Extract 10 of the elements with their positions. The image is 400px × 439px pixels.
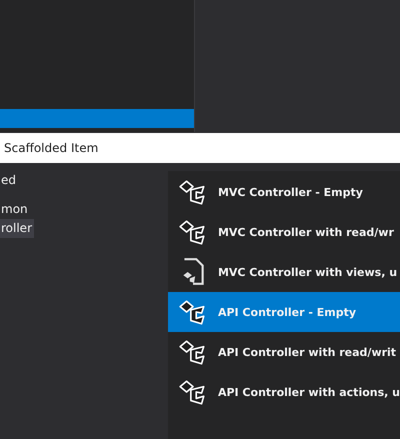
template-item[interactable]: API Controller with read/writ bbox=[168, 332, 400, 372]
dialog-title: Scaffolded Item bbox=[4, 141, 98, 155]
tree-item[interactable]: ed bbox=[0, 171, 18, 190]
tree-item[interactable]: mon bbox=[0, 200, 30, 219]
tree-item[interactable]: roller bbox=[0, 219, 34, 238]
template-item[interactable]: API Controller - Empty bbox=[168, 292, 400, 332]
template-item[interactable]: API Controller with actions, u bbox=[168, 372, 400, 412]
template-item[interactable]: MVC Controller with views, u bbox=[168, 252, 400, 292]
template-item[interactable]: MVC Controller - Empty bbox=[168, 172, 400, 212]
template-item[interactable]: MVC Controller with read/wr bbox=[168, 212, 400, 252]
